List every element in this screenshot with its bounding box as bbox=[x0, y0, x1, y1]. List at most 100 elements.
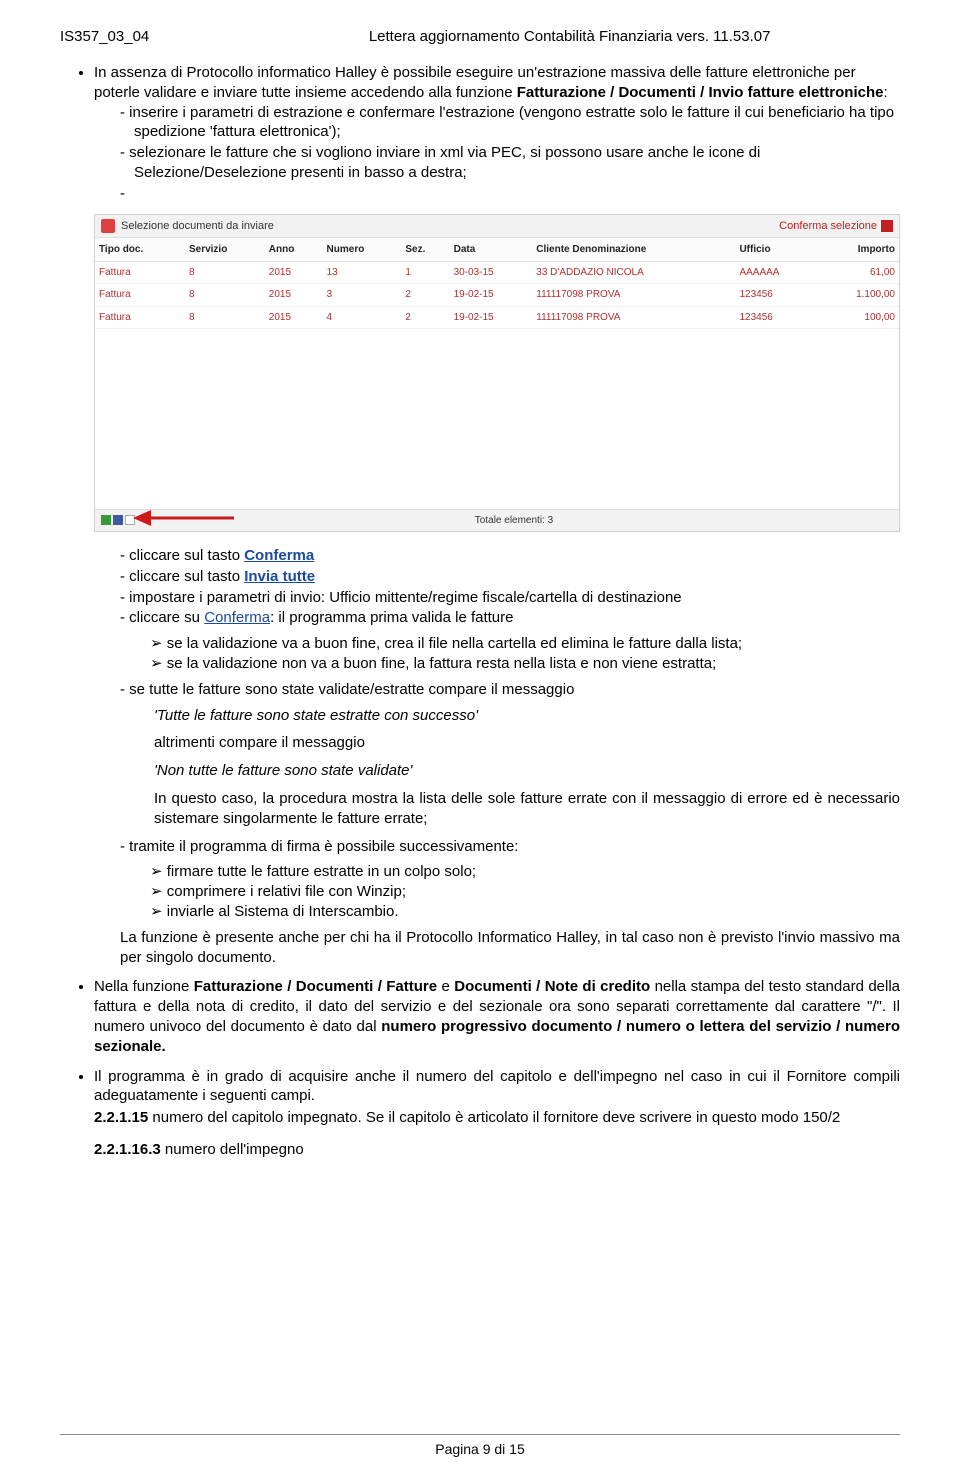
step-parametri: impostare i parametri di invio: Ufficio … bbox=[120, 588, 900, 608]
cell: 111117098 PROVA bbox=[532, 284, 735, 306]
cell: 19-02-15 bbox=[450, 306, 533, 328]
arrow-sdi: inviarle al Sistema di Interscambio. bbox=[150, 902, 900, 922]
intro-sub-empty bbox=[120, 184, 900, 204]
red-annotation-arrow-icon bbox=[129, 507, 239, 529]
t: cliccare sul tasto bbox=[129, 568, 244, 585]
alt-text: altrimenti compare il messaggio bbox=[94, 733, 900, 753]
cell: 30-03-15 bbox=[450, 262, 533, 284]
page-number: Pagina 9 di 15 bbox=[435, 1441, 525, 1457]
col-numero[interactable]: Numero bbox=[323, 238, 402, 262]
cell: 2 bbox=[401, 284, 449, 306]
msg-success: 'Tutte le fatture sono state estratte co… bbox=[94, 706, 900, 726]
cell: 2015 bbox=[265, 284, 323, 306]
cell: 61,00 bbox=[818, 262, 899, 284]
embedded-screenshot: Selezione documenti da inviare Conferma … bbox=[94, 214, 900, 532]
col-cliente[interactable]: Cliente Denominazione bbox=[532, 238, 735, 262]
cell: Fattura bbox=[95, 284, 185, 306]
shot-footer: Totale elementi: 3 bbox=[95, 509, 899, 531]
t: : il programma prima valida le fatture bbox=[270, 609, 513, 626]
deselect-icon[interactable] bbox=[113, 515, 123, 525]
bullet-3: Il programma è in grado di acquisire anc… bbox=[94, 1067, 900, 1160]
shot-titlebar: Selezione documenti da inviare Conferma … bbox=[95, 215, 899, 239]
page-footer: Pagina 9 di 15 bbox=[60, 1434, 900, 1457]
cell: 100,00 bbox=[818, 306, 899, 328]
cell: 1.100,00 bbox=[818, 284, 899, 306]
step-firma: tramite il programma di firma è possibil… bbox=[120, 837, 900, 857]
cell: 1 bbox=[401, 262, 449, 284]
col-servizio[interactable]: Servizio bbox=[185, 238, 265, 262]
documents-table: Tipo doc. Servizio Anno Numero Sez. Data… bbox=[95, 238, 899, 329]
col-sez[interactable]: Sez. bbox=[401, 238, 449, 262]
table-header-row: Tipo doc. Servizio Anno Numero Sez. Data… bbox=[95, 238, 899, 262]
arrow-winzip: comprimere i relativi file con Winzip; bbox=[150, 882, 900, 902]
confirm-selection-link[interactable]: Conferma selezione bbox=[779, 219, 877, 234]
code-22115-text: numero del capitolo impegnato. Se il cap… bbox=[148, 1109, 840, 1126]
close-icon[interactable] bbox=[881, 220, 893, 232]
cell: Fattura bbox=[95, 262, 185, 284]
intro-bold-path: Fatturazione / Documenti / Invio fatture… bbox=[517, 84, 884, 101]
doc-title: Lettera aggiornamento Contabilità Finanz… bbox=[149, 28, 900, 45]
table-row[interactable]: Fattura 8 2015 4 2 19-02-15 111117098 PR… bbox=[95, 306, 899, 328]
t: Il programma è in grado di acquisire anc… bbox=[94, 1068, 900, 1105]
cell: 2015 bbox=[265, 262, 323, 284]
intro-sub-2: selezionare le fatture che si vogliono i… bbox=[120, 143, 900, 183]
cell: 33 D'ADDAZIO NICOLA bbox=[532, 262, 735, 284]
msg-fail: 'Non tutte le fatture sono state validat… bbox=[94, 761, 900, 781]
cell: 2015 bbox=[265, 306, 323, 328]
cell: AAAAAA bbox=[735, 262, 818, 284]
cell: Fattura bbox=[95, 306, 185, 328]
shot-window-title: Selezione documenti da inviare bbox=[121, 219, 779, 234]
step-all-validated: se tutte le fatture sono state validate/… bbox=[120, 680, 900, 700]
bullet-intro: In assenza di Protocollo informatico Hal… bbox=[94, 63, 900, 967]
cell: 2 bbox=[401, 306, 449, 328]
cell: 19-02-15 bbox=[450, 284, 533, 306]
table-row[interactable]: Fattura 8 2015 3 2 19-02-15 111117098 PR… bbox=[95, 284, 899, 306]
cell: 3 bbox=[323, 284, 402, 306]
t: e bbox=[437, 978, 454, 995]
link-conferma-2: Conferma bbox=[204, 609, 270, 626]
col-data[interactable]: Data bbox=[450, 238, 533, 262]
total-elements: Totale elementi: 3 bbox=[135, 514, 893, 527]
b2-path2: Documenti / Note di credito bbox=[454, 978, 650, 995]
intro-text: In assenza di Protocollo informatico Hal… bbox=[94, 64, 888, 101]
t: cliccare sul tasto bbox=[129, 547, 244, 564]
col-tipo[interactable]: Tipo doc. bbox=[95, 238, 185, 262]
step-conferma: cliccare sul tasto Conferma bbox=[120, 546, 900, 566]
step-conferma-2: cliccare su Conferma: il programma prima… bbox=[120, 608, 900, 628]
t: cliccare su bbox=[129, 609, 204, 626]
cell: 111117098 PROVA bbox=[532, 306, 735, 328]
link-conferma: Conferma bbox=[244, 547, 314, 564]
b2-path1: Fatturazione / Documenti / Fatture bbox=[194, 978, 437, 995]
explain-errors: In questo caso, la procedura mostra la l… bbox=[94, 789, 900, 829]
pdf-icon bbox=[101, 219, 115, 233]
table-empty-area bbox=[95, 329, 899, 509]
code-221163: 2.2.1.16.3 bbox=[94, 1141, 161, 1158]
t: Nella funzione bbox=[94, 978, 194, 995]
cell: 123456 bbox=[735, 284, 818, 306]
cell: 4 bbox=[323, 306, 402, 328]
arrow-firmare: firmare tutte le fatture estratte in un … bbox=[150, 862, 900, 882]
cell: 123456 bbox=[735, 306, 818, 328]
cell: 13 bbox=[323, 262, 402, 284]
footer-rule bbox=[60, 1434, 900, 1435]
tail-note: La funzione è presente anche per chi ha … bbox=[94, 928, 900, 968]
code-22115: 2.2.1.15 bbox=[94, 1109, 148, 1126]
bullet-2: Nella funzione Fatturazione / Documenti … bbox=[94, 977, 900, 1056]
step-invia-tutte: cliccare sul tasto Invia tutte bbox=[120, 567, 900, 587]
code-221163-text: numero dell'impegno bbox=[161, 1141, 304, 1158]
cell: 8 bbox=[185, 306, 265, 328]
col-importo[interactable]: Importo bbox=[818, 238, 899, 262]
table-row[interactable]: Fattura 8 2015 13 1 30-03-15 33 D'ADDAZI… bbox=[95, 262, 899, 284]
col-anno[interactable]: Anno bbox=[265, 238, 323, 262]
arrow-valid-ok: se la validazione va a buon fine, crea i… bbox=[150, 634, 900, 654]
link-invia-tutte: Invia tutte bbox=[244, 568, 315, 585]
intro-sub-1: inserire i parametri di estrazione e con… bbox=[120, 103, 900, 143]
cell: 8 bbox=[185, 262, 265, 284]
cell: 8 bbox=[185, 284, 265, 306]
col-ufficio[interactable]: Ufficio bbox=[735, 238, 818, 262]
arrow-valid-fail: se la validazione non va a buon fine, la… bbox=[150, 654, 900, 674]
intro-colon: : bbox=[883, 84, 887, 101]
doc-code: IS357_03_04 bbox=[60, 28, 149, 45]
select-all-icon[interactable] bbox=[101, 515, 111, 525]
page-header: IS357_03_04 Lettera aggiornamento Contab… bbox=[60, 28, 900, 45]
